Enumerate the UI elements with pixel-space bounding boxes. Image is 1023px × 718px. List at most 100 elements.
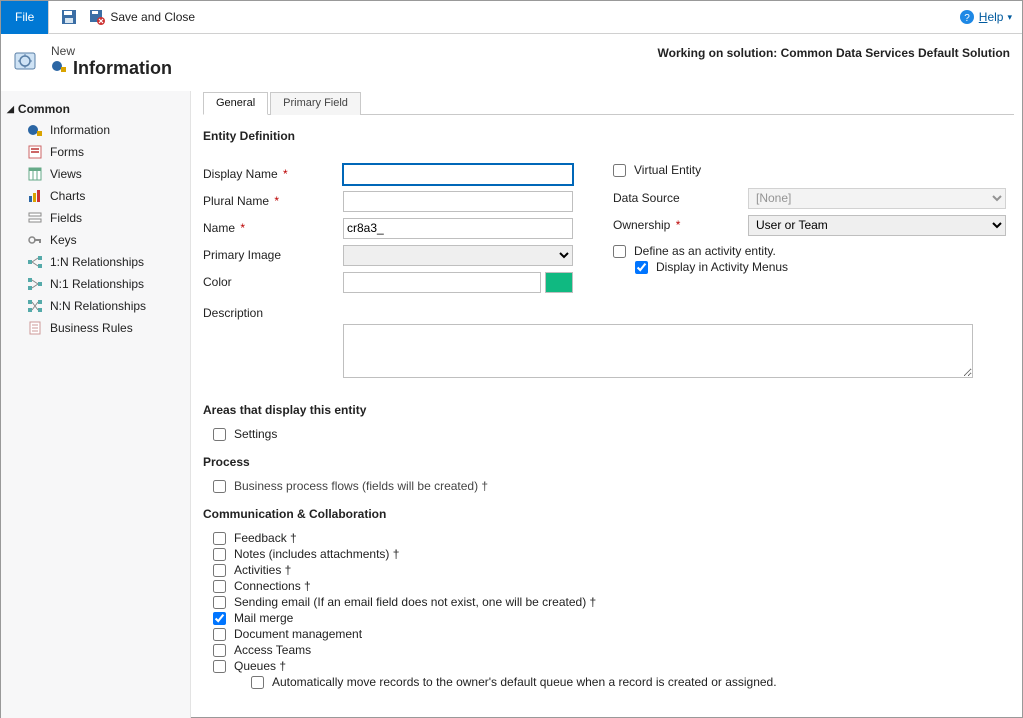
settings-checkbox[interactable] xyxy=(213,428,226,441)
file-label: File xyxy=(15,10,34,24)
chevron-down-icon: ▾ xyxy=(1007,12,1012,23)
label-mail-merge: Mail merge xyxy=(234,611,293,625)
label-ownership: Ownership * xyxy=(613,218,748,232)
label-name: Name * xyxy=(203,221,343,235)
help-label: HHelpelp xyxy=(979,10,1004,24)
sidebar-item-label: Fields xyxy=(50,211,82,225)
chevron-down-icon: ◢ xyxy=(7,104,14,115)
primary-image-select[interactable] xyxy=(343,245,573,266)
label-define-activity: Define as an activity entity. xyxy=(634,244,776,258)
sidebar-item-label: Keys xyxy=(50,233,77,247)
plural-name-input[interactable] xyxy=(343,191,573,212)
label-bpf: Business process flows (fields will be c… xyxy=(234,479,488,493)
help-icon: ? xyxy=(959,9,975,25)
rel-nn-icon xyxy=(27,298,43,314)
define-activity-checkbox[interactable] xyxy=(613,245,626,258)
sidebar-item-business-rules[interactable]: Business Rules xyxy=(7,317,190,339)
sidebar-item-label: 1:N Relationships xyxy=(50,255,144,269)
save-and-close-button[interactable]: Save and Close xyxy=(83,1,201,34)
label-queues: Queues † xyxy=(234,659,286,673)
save-icon xyxy=(61,9,77,25)
label-display-name: Display Name * xyxy=(203,167,343,181)
sidebar-item-label: Views xyxy=(50,167,82,181)
bpf-checkbox[interactable] xyxy=(213,480,226,493)
section-areas: Areas that display this entity xyxy=(203,403,1006,417)
label-settings: Settings xyxy=(234,427,277,441)
label-access-teams: Access Teams xyxy=(234,643,311,657)
ownership-select[interactable]: User or Team xyxy=(748,215,1006,236)
save-close-icon xyxy=(89,9,105,25)
sidebar-item-n1-rel[interactable]: N:1 Relationships xyxy=(7,273,190,295)
label-sending-email: Sending email (If an email field does no… xyxy=(234,595,596,609)
sidebar-item-charts[interactable]: Charts xyxy=(7,185,190,207)
label-plural-name: Plural Name * xyxy=(203,194,343,208)
tab-general[interactable]: General xyxy=(203,92,268,115)
label-description: Description xyxy=(203,303,343,320)
color-input[interactable] xyxy=(343,272,541,293)
auto-queue-checkbox[interactable] xyxy=(251,676,264,689)
sidebar-item-nn-rel[interactable]: N:N Relationships xyxy=(7,295,190,317)
sidebar-item-label: Charts xyxy=(50,189,85,203)
sidebar-item-views[interactable]: Views xyxy=(7,163,190,185)
svg-text:?: ? xyxy=(964,13,970,24)
file-menu[interactable]: File xyxy=(1,1,49,34)
connections-checkbox[interactable] xyxy=(213,580,226,593)
label-activities: Activities † xyxy=(234,563,291,577)
description-textarea[interactable] xyxy=(343,324,973,378)
virtual-entity-checkbox[interactable] xyxy=(613,164,626,177)
color-swatch[interactable] xyxy=(545,272,573,293)
display-activity-menus-checkbox[interactable] xyxy=(635,261,648,274)
sidebar-item-label: Information xyxy=(50,123,110,137)
tab-primary-field[interactable]: Primary Field xyxy=(270,92,361,115)
feedback-checkbox[interactable] xyxy=(213,532,226,545)
rel-1n-icon xyxy=(27,254,43,270)
label-doc-mgmt: Document management xyxy=(234,627,362,641)
sidebar-item-keys[interactable]: Keys xyxy=(7,229,190,251)
tabs: General Primary Field xyxy=(203,91,1014,115)
sidebar-item-label: N:1 Relationships xyxy=(50,277,144,291)
info-icon xyxy=(27,122,43,138)
help-link[interactable]: ? HHelpelp ▾ xyxy=(959,9,1022,25)
form-scroll-area[interactable]: Entity Definition Display Name * Plural … xyxy=(191,115,1022,718)
label-auto-queue: Automatically move records to the owner'… xyxy=(272,675,777,689)
save-and-close-label: Save and Close xyxy=(110,10,195,24)
activities-checkbox[interactable] xyxy=(213,564,226,577)
charts-icon xyxy=(27,188,43,204)
forms-icon xyxy=(27,144,43,160)
sidebar-item-information[interactable]: Information xyxy=(7,119,190,141)
label-primary-image: Primary Image xyxy=(203,248,343,262)
doc-mgmt-checkbox[interactable] xyxy=(213,628,226,641)
solution-label: Working on solution: Common Data Service… xyxy=(658,44,1010,79)
sidebar-item-label: Forms xyxy=(50,145,84,159)
keys-icon xyxy=(27,232,43,248)
queues-checkbox[interactable] xyxy=(213,660,226,673)
mail-merge-checkbox[interactable] xyxy=(213,612,226,625)
data-source-select[interactable]: [None] xyxy=(748,188,1006,209)
notes-checkbox[interactable] xyxy=(213,548,226,561)
label-display-activity-menus: Display in Activity Menus xyxy=(656,260,788,274)
sidebar-item-label: N:N Relationships xyxy=(50,299,146,313)
views-icon xyxy=(27,166,43,182)
sidebar-item-forms[interactable]: Forms xyxy=(7,141,190,163)
entity-icon xyxy=(51,58,67,79)
sending-email-checkbox[interactable] xyxy=(213,596,226,609)
settings-gear-icon xyxy=(13,48,41,76)
section-process: Process xyxy=(203,455,1006,469)
label-notes: Notes (includes attachments) † xyxy=(234,547,399,561)
nav-group-common[interactable]: ◢ Common xyxy=(7,99,190,119)
header-subtitle: New xyxy=(51,44,172,58)
page-title: Information xyxy=(51,58,172,79)
rules-icon xyxy=(27,320,43,336)
name-input[interactable] xyxy=(343,218,573,239)
save-button[interactable] xyxy=(49,1,83,34)
sidebar-item-label: Business Rules xyxy=(50,321,133,335)
sidebar-item-fields[interactable]: Fields xyxy=(7,207,190,229)
label-connections: Connections † xyxy=(234,579,311,593)
page-header: New Information Working on solution: Com… xyxy=(1,34,1022,91)
access-teams-checkbox[interactable] xyxy=(213,644,226,657)
label-data-source: Data Source xyxy=(613,191,748,205)
display-name-input[interactable] xyxy=(343,164,573,185)
sidebar-item-1n-rel[interactable]: 1:N Relationships xyxy=(7,251,190,273)
sidebar-nav: ◢ Common Information Forms Views Charts xyxy=(1,91,191,718)
label-feedback: Feedback † xyxy=(234,531,297,545)
